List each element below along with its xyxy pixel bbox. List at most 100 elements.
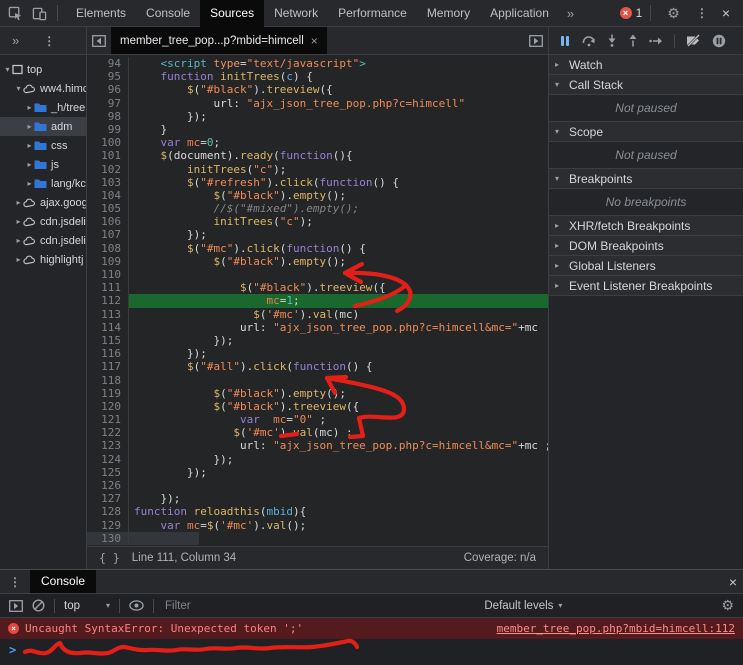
tree-item-cdn-jsdeli[interactable]: ▸cdn.jsdeli — [0, 212, 86, 231]
tree-item-ww4-himc[interactable]: ▾ww4.himc — [0, 79, 86, 98]
line-number[interactable]: 100 — [87, 136, 129, 149]
tab-performance[interactable]: Performance — [328, 0, 417, 27]
line-number[interactable]: 98 — [87, 110, 129, 123]
code-line-115[interactable]: 115 }); — [87, 334, 548, 347]
tab-network[interactable]: Network — [264, 0, 328, 27]
console-prompt[interactable]: > — [0, 639, 743, 665]
device-toolbar-icon[interactable] — [31, 5, 47, 21]
section-expander-icon[interactable]: ▸ — [555, 221, 563, 230]
tree-item-top[interactable]: ▾top — [0, 60, 86, 79]
console-settings-gear-icon[interactable]: ⚙ — [721, 597, 734, 614]
tree-expander-icon[interactable]: ▸ — [25, 103, 34, 112]
code-line-96[interactable]: 96 $("#black").treeview({ — [87, 83, 548, 96]
line-number[interactable]: 104 — [87, 189, 129, 202]
code-line-120[interactable]: 120 $("#black").treeview({ — [87, 400, 548, 413]
tab-console[interactable]: Console — [136, 0, 200, 27]
tree-expander-icon[interactable]: ▸ — [14, 198, 23, 207]
code-line-125[interactable]: 125 }); — [87, 466, 548, 479]
code-line-110[interactable]: 110 — [87, 268, 548, 281]
line-number[interactable]: 110 — [87, 268, 129, 281]
tree-item-cdn-jsdeli[interactable]: ▸cdn.jsdeli — [0, 231, 86, 250]
tree-expander-icon[interactable]: ▸ — [14, 236, 23, 245]
sidebar-section-breakpoints[interactable]: ▾Breakpoints — [549, 169, 743, 189]
close-drawer-icon[interactable]: × — [729, 574, 737, 590]
line-number[interactable]: 129 — [87, 519, 129, 532]
line-number[interactable]: 113 — [87, 308, 129, 321]
code-line-99[interactable]: 99 } — [87, 123, 548, 136]
tab-elements[interactable]: Elements — [66, 0, 136, 27]
sidebar-section-xhr-fetch-breakpoints[interactable]: ▸XHR/fetch Breakpoints — [549, 216, 743, 236]
line-number[interactable]: 94 — [87, 57, 129, 70]
code-line-103[interactable]: 103 $("#refresh").click(function() { — [87, 176, 548, 189]
tree-expander-icon[interactable]: ▸ — [25, 141, 34, 150]
code-line-117[interactable]: 117 $("#all").click(function() { — [87, 360, 548, 373]
code-line-129[interactable]: 129 var mc=$('#mc').val(); — [87, 519, 548, 532]
navigator-menu-icon[interactable]: ⋮ — [43, 34, 55, 48]
error-count-badge[interactable]: × 1 — [620, 6, 643, 20]
open-file-panel-icon[interactable] — [524, 27, 548, 54]
sidebar-section-global-listeners[interactable]: ▸Global Listeners — [549, 256, 743, 276]
tree-expander-icon[interactable]: ▸ — [25, 122, 34, 131]
line-number[interactable]: 120 — [87, 400, 129, 413]
line-number[interactable]: 117 — [87, 360, 129, 373]
tab-sources[interactable]: Sources — [200, 0, 264, 27]
tree-item-adm[interactable]: ▸adm — [0, 117, 86, 136]
tab-application[interactable]: Application — [480, 0, 559, 27]
code-area[interactable]: 94 <script type="text/javascript">95 fun… — [87, 55, 548, 546]
tree-item-lang-kc[interactable]: ▸lang/kc — [0, 174, 86, 193]
code-line-101[interactable]: 101 $(document).ready(function(){ — [87, 149, 548, 162]
line-number[interactable]: 112 — [87, 294, 129, 307]
step-into-icon[interactable] — [607, 34, 617, 47]
pause-on-exceptions-icon[interactable] — [712, 34, 726, 48]
tree-expander-icon[interactable]: ▸ — [14, 255, 23, 264]
line-number[interactable]: 128 — [87, 505, 129, 518]
code-line-123[interactable]: 123 url: "ajx_json_tree_pop.php?c=himcel… — [87, 439, 548, 452]
section-expander-icon[interactable]: ▸ — [555, 60, 563, 69]
tree-item-ajax-goog[interactable]: ▸ajax.goog — [0, 193, 86, 212]
line-number[interactable]: 127 — [87, 492, 129, 505]
tree-expander-icon[interactable]: ▸ — [25, 179, 34, 188]
line-number[interactable]: 102 — [87, 163, 129, 176]
line-number[interactable]: 123 — [87, 439, 129, 452]
error-source-link[interactable]: member_tree_pop.php?mbid=himcell:112 — [497, 622, 735, 635]
pause-script-icon[interactable] — [559, 35, 571, 47]
line-number[interactable]: 124 — [87, 453, 129, 466]
line-number[interactable]: 116 — [87, 347, 129, 360]
navigator-more-chevron[interactable]: » — [12, 33, 19, 48]
devtools-menu-icon[interactable]: ⋮ — [696, 6, 708, 20]
code-line-97[interactable]: 97 url: "ajx_json_tree_pop.php?c=himcell… — [87, 97, 548, 110]
line-number[interactable]: 118 — [87, 374, 129, 387]
more-tabs-chevron[interactable]: » — [559, 6, 582, 21]
line-number[interactable]: 108 — [87, 242, 129, 255]
section-expander-icon[interactable]: ▾ — [555, 127, 563, 136]
code-line-122[interactable]: 122 $('#mc').val(mc) ; — [87, 426, 548, 439]
line-number[interactable]: 122 — [87, 426, 129, 439]
tree-item-css[interactable]: ▸css — [0, 136, 86, 155]
code-line-119[interactable]: 119 $("#black").empty(); — [87, 387, 548, 400]
code-line-107[interactable]: 107 }); — [87, 228, 548, 241]
line-number[interactable]: 109 — [87, 255, 129, 268]
line-number[interactable]: 95 — [87, 70, 129, 83]
close-devtools-icon[interactable]: × — [722, 5, 730, 21]
line-number[interactable]: 119 — [87, 387, 129, 400]
line-number[interactable]: 97 — [87, 97, 129, 110]
code-line-126[interactable]: 126 — [87, 479, 548, 492]
file-tab-close-icon[interactable]: × — [311, 34, 318, 48]
step-out-icon[interactable] — [628, 34, 638, 47]
pretty-print-icon[interactable]: { } — [99, 551, 120, 565]
log-levels-dropdown[interactable]: Default levels ▾ — [484, 600, 562, 612]
code-line-118[interactable]: 118 — [87, 374, 548, 387]
file-tab-member-tree-pop[interactable]: member_tree_pop...p?mbid=himcell × — [111, 27, 327, 54]
section-expander-icon[interactable]: ▸ — [555, 241, 563, 250]
settings-gear-icon[interactable]: ⚙ — [667, 5, 680, 22]
code-line-114[interactable]: 114 url: "ajx_json_tree_pop.php?c=himcel… — [87, 321, 548, 334]
line-number[interactable]: 96 — [87, 83, 129, 96]
sidebar-section-call-stack[interactable]: ▾Call Stack — [549, 75, 743, 95]
code-line-98[interactable]: 98 }); — [87, 110, 548, 123]
line-number[interactable]: 99 — [87, 123, 129, 136]
collapse-navigator-icon[interactable] — [87, 27, 111, 54]
line-number[interactable]: 105 — [87, 202, 129, 215]
step-icon[interactable] — [649, 36, 663, 46]
console-sidebar-icon[interactable] — [9, 600, 23, 612]
console-filter-input[interactable] — [163, 599, 313, 613]
